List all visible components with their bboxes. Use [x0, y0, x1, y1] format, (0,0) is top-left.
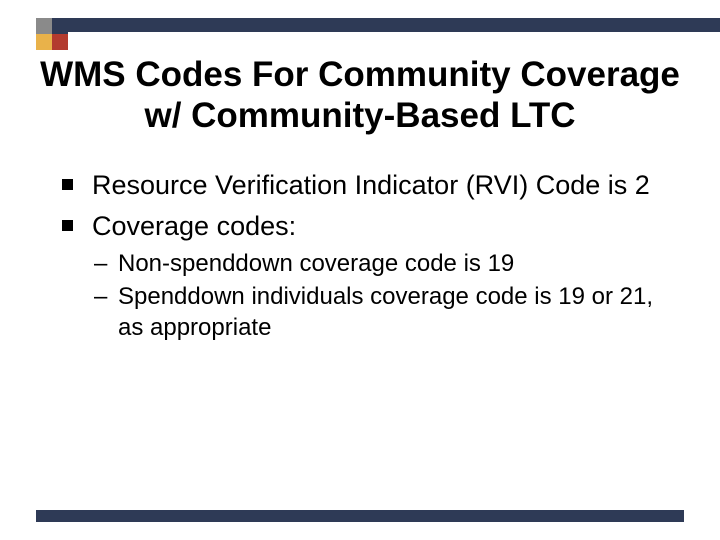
bullet-text: Coverage codes: [92, 211, 296, 241]
top-accent-bar [68, 18, 720, 32]
bullet-list: Resource Verification Indicator (RVI) Co… [58, 168, 680, 343]
logo-quadrant [52, 34, 68, 50]
bullet-item: Coverage codes: Non-spenddown coverage c… [58, 209, 680, 344]
logo-quadrant [36, 34, 52, 50]
sub-bullet-item: Spenddown individuals coverage code is 1… [92, 282, 680, 343]
bottom-accent-bar [36, 510, 684, 522]
sub-bullet-list: Non-spenddown coverage code is 19 Spendd… [92, 249, 680, 343]
sub-bullet-text: Spenddown individuals coverage code is 1… [118, 283, 653, 341]
sub-bullet-item: Non-spenddown coverage code is 19 [92, 249, 680, 280]
logo-quadrant [36, 18, 52, 34]
bullet-text: Resource Verification Indicator (RVI) Co… [92, 170, 650, 200]
slide-logo-icon [36, 18, 68, 50]
slide-body: Resource Verification Indicator (RVI) Co… [58, 168, 680, 349]
sub-bullet-text: Non-spenddown coverage code is 19 [118, 250, 514, 277]
logo-quadrant [52, 18, 68, 34]
bullet-item: Resource Verification Indicator (RVI) Co… [58, 168, 680, 203]
slide-title: WMS Codes For Community Coverage w/ Comm… [20, 54, 700, 137]
